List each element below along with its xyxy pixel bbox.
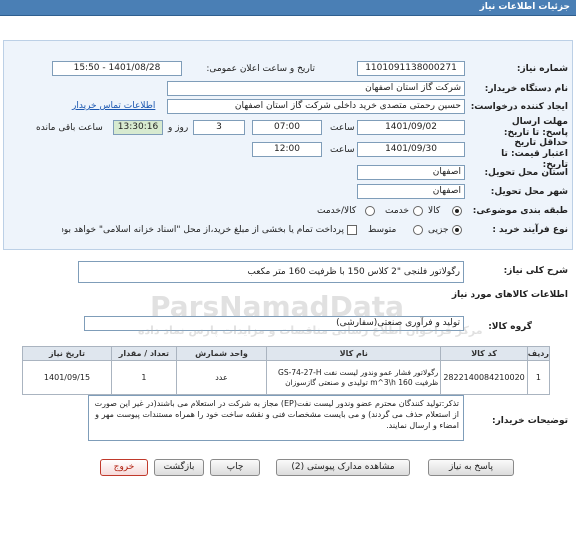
treasury-payment-checkbox[interactable]	[347, 225, 357, 235]
goods-table: ردیف کد کالا نام کالا واحد شمارش تعداد /…	[22, 346, 551, 395]
category-label: طبقه بندی موضوعی:	[472, 206, 568, 216]
city-label: شهر محل تحویل:	[490, 187, 568, 197]
deadline-time-field: 07:00	[252, 120, 322, 135]
category-service-label: خدمت	[385, 206, 409, 216]
cell-index: 1	[526, 360, 551, 395]
remaining-label: ساعت باقی مانده	[36, 123, 103, 133]
category-goods-radio[interactable]	[452, 206, 462, 216]
process-minor-label: جزیی	[428, 225, 449, 235]
category-mixed-radio[interactable]	[365, 206, 375, 216]
goods-group-label: گروه کالا:	[488, 322, 532, 332]
col-unit: واحد شمارش	[175, 346, 268, 361]
notes-field: تذکر:تولید کنندگان محترم عضو وندور لیست …	[88, 395, 464, 441]
notes-label: توضیحات خریدار:	[492, 416, 568, 426]
reply-button[interactable]: پاسخ به نیاز	[428, 459, 514, 476]
attachments-button[interactable]: مشاهده مدارک پیوستی (2)	[276, 459, 410, 476]
process-minor-radio[interactable]	[452, 225, 462, 235]
description-field: رگولاتور فلنجی "2 کلاس 150 با ظرفیت 160 …	[78, 261, 464, 283]
cell-unit: عدد	[175, 360, 268, 395]
title-bar: جزئیات اطلاعات نیاز	[0, 0, 576, 16]
description-label: شرح کلی نیاز:	[503, 266, 568, 276]
province-field: اصفهان	[357, 165, 465, 180]
category-mixed-label: کالا/خدمت	[317, 206, 357, 216]
goods-group-field: تولید و فرآوری صنعتی(سفارشی)	[84, 316, 464, 331]
col-code: کد کالا	[440, 346, 528, 361]
category-service-radio[interactable]	[413, 206, 423, 216]
creator-label: ایجاد کننده درخواست:	[470, 102, 568, 112]
validity-time-field: 12:00	[252, 142, 322, 157]
process-medium-label: متوسط	[368, 225, 397, 235]
print-button[interactable]: چاپ	[210, 459, 260, 476]
announce-field: 1401/08/28 - 15:50	[52, 61, 182, 76]
cell-qty: 1	[110, 360, 177, 395]
col-date: تاریخ نیاز	[22, 346, 112, 361]
back-button[interactable]: بازگشت	[154, 459, 204, 476]
goods-table-header: ردیف کد کالا نام کالا واحد شمارش تعداد /…	[22, 346, 551, 361]
page-title: جزئیات اطلاعات نیاز	[479, 2, 570, 12]
goods-section-title: اطلاعات کالاهای مورد نیاز	[451, 290, 568, 300]
creator-field: حسین رحمتی متصدی خرید داخلی شرکت گاز است…	[167, 99, 465, 114]
table-row: 1 2822140084210020 رگولاتور فشار عمو وند…	[22, 360, 551, 395]
deadline-label: مهلت ارسال پاسخ: تا تاریخ:	[503, 117, 568, 138]
contact-buyer-link[interactable]: اطلاعات تماس خریدار	[72, 101, 155, 111]
remaining-time-field: 13:30:16	[113, 120, 163, 135]
buyer-field: شرکت گاز استان اصفهان	[167, 81, 465, 96]
validity-time-label: ساعت	[330, 145, 355, 155]
buyer-label: نام دستگاه خریدار:	[484, 84, 568, 94]
cell-code: 2822140084210020	[440, 360, 528, 395]
deadline-date-field: 1401/09/02	[357, 120, 465, 135]
exit-button[interactable]: خروج	[100, 459, 148, 476]
deadline-time-label: ساعت	[330, 123, 355, 133]
col-name: نام کالا	[266, 346, 442, 361]
need-number-label: شماره نیاز:	[516, 64, 568, 74]
cell-date: 1401/09/15	[22, 360, 112, 395]
province-label: استان محل تحویل:	[484, 168, 568, 178]
col-qty: تعداد / مقدار	[110, 346, 177, 361]
validity-date-field: 1401/09/30	[357, 142, 465, 157]
days-field: 3	[193, 120, 245, 135]
payment-note: پرداخت تمام یا بخشی از مبلغ خرید،از محل …	[62, 225, 344, 235]
days-label: روز و	[168, 123, 189, 133]
cell-name: رگولاتور فشار عمو وندور لیست نفت GS-74-2…	[266, 360, 442, 395]
validity-label: حداقل تاریخ اعتبار قیمت: تا تاریخ:	[501, 138, 568, 170]
category-goods-label: کالا	[428, 206, 441, 216]
col-index: ردیف	[526, 346, 551, 361]
process-label: نوع فرآیند خرید :	[492, 225, 568, 235]
city-field: اصفهان	[357, 184, 465, 199]
need-number-field: 1101091138000271	[357, 61, 465, 76]
process-medium-radio[interactable]	[413, 225, 423, 235]
announce-label: تاریخ و ساعت اعلان عمومی:	[206, 64, 315, 74]
